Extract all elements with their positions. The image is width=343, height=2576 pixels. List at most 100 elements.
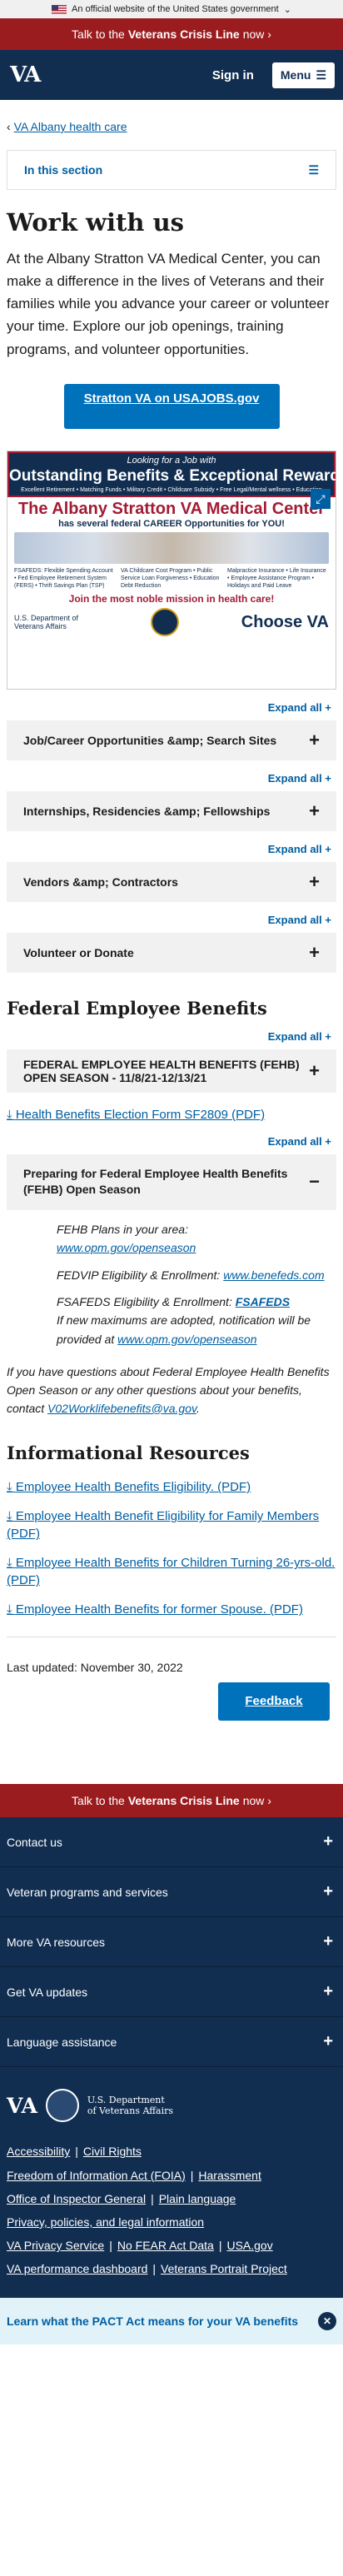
expand-all-link[interactable]: Expand all + [12, 1030, 331, 1043]
expand-image-icon[interactable]: ⤢ [311, 488, 331, 509]
in-this-section-toggle[interactable]: In this section ☰ [7, 150, 336, 190]
worklife-email-link[interactable]: V02Worklifebenefits@va.gov [47, 1402, 196, 1415]
accordion-label: Volunteer or Donate [23, 945, 134, 959]
sign-in-link[interactable]: Sign in [212, 68, 254, 82]
close-icon[interactable]: ✕ [318, 2312, 336, 2331]
plus-icon: + [323, 1882, 333, 1901]
footer-va-logo[interactable]: VA [7, 2094, 37, 2118]
footer-more-resources[interactable]: More VA resources + [0, 1917, 343, 1968]
download-icon: ⤓ [7, 1107, 12, 1122]
opm-link-2[interactable]: www.opm.gov/openseason [117, 1333, 256, 1346]
footer-contact-us[interactable]: Contact us + [0, 1817, 343, 1868]
plus-icon: + [323, 1932, 333, 1951]
resources-list: ⤓ Employee Health Benefits Eligibility. … [7, 1478, 336, 1618]
breadcrumb-link[interactable]: VA Albany health care [14, 120, 127, 133]
accordion-internships[interactable]: Internships, Residencies &amp; Fellowshi… [7, 790, 336, 831]
fehb-plans-label: FEHB Plans in your area: [57, 1222, 188, 1236]
download-icon: ⤓ [7, 1509, 12, 1524]
usajobs-button[interactable]: Stratton VA on USAJOBS.gov [63, 383, 280, 429]
resource-label: Employee Health Benefits for Children Tu… [7, 1556, 336, 1588]
accordion-label: Internships, Residencies &amp; Fellowshi… [23, 804, 271, 818]
footer-crisis-line[interactable]: Talk to the Veterans Crisis Line now › [0, 1784, 343, 1818]
fsafeds-link[interactable]: FSAFEDS [236, 1295, 290, 1308]
accordion-preparing-fehb[interactable]: Preparing for Federal Employee Health Be… [7, 1153, 336, 1210]
resource-link[interactable]: ⤓ Employee Health Benefits for former Sp… [7, 1601, 336, 1618]
banner-col-1: FSAFEDS: Flexible Spending Account • Fed… [14, 567, 113, 589]
election-form-link[interactable]: ⤓ Health Benefits Election Form SF2809 (… [7, 1108, 265, 1122]
harassment-link[interactable]: Harassment [198, 2169, 261, 2182]
accordion-label: Job/Career Opportunities &amp; Search Si… [23, 733, 277, 747]
accordion-job-career[interactable]: Job/Career Opportunities &amp; Search Si… [7, 720, 336, 760]
expand-all-link[interactable]: Expand all + [12, 914, 331, 926]
footer-crisis-prefix: Talk to the [72, 1794, 125, 1808]
banner-headline: Outstanding Benefits & Exceptional Rewar… [9, 466, 336, 485]
expand-all-link[interactable]: Expand all + [12, 701, 331, 714]
portrait-project-link[interactable]: Veterans Portrait Project [161, 2262, 287, 2275]
footer-dept-name: U.S. Department of Veterans Affairs [87, 2095, 173, 2118]
benefeds-link[interactable]: www.benefeds.com [223, 1268, 324, 1282]
hamburger-icon: ☰ [308, 162, 319, 177]
election-form-label: Health Benefits Election Form SF2809 (PD… [15, 1107, 266, 1122]
va-seal-icon [45, 2089, 79, 2123]
pact-act-text: Learn what the PACT Act means for your V… [7, 2314, 299, 2329]
accordion-fehb-open-season[interactable]: FEDERAL EMPLOYEE HEALTH BENEFITS (FEHB) … [7, 1049, 336, 1093]
resource-label: Employee Health Benefits Eligibility. (P… [15, 1480, 251, 1495]
opm-link[interactable]: www.opm.gov/openseason [57, 1241, 196, 1254]
footer-veteran-programs[interactable]: Veteran programs and services + [0, 1867, 343, 1918]
plain-language-link[interactable]: Plain language [159, 2192, 236, 2205]
job-banner-image: Looking for a Job with Outstanding Benef… [7, 450, 336, 690]
menu-button[interactable]: Menu ☰ [271, 62, 335, 88]
official-gov-banner[interactable]: An official website of the United States… [0, 0, 343, 18]
banner-benefits: FSAFEDS: Flexible Spending Account • Fed… [7, 564, 336, 590]
accessibility-link[interactable]: Accessibility [7, 2145, 70, 2158]
oig-link[interactable]: Office of Inspector General [7, 2192, 146, 2205]
privacy-legal-link[interactable]: Privacy, policies, and legal information [7, 2215, 204, 2229]
resource-label: Employee Health Benefit Eligibility for … [7, 1509, 320, 1542]
footer-item-label: More VA resources [7, 1935, 106, 1949]
footer-item-label: Veteran programs and services [7, 1885, 168, 1899]
plus-icon: + [323, 1982, 333, 2001]
resource-link[interactable]: ⤓ Employee Health Benefit Eligibility fo… [7, 1507, 336, 1542]
us-flag-icon [52, 4, 67, 14]
crisis-line-banner[interactable]: Talk to the Veterans Crisis Line now › [0, 18, 343, 50]
crisis-prefix: Talk to the [72, 27, 125, 41]
accordion-volunteer[interactable]: Volunteer or Donate + [7, 932, 336, 973]
informational-resources-heading: Informational Resources [7, 1442, 250, 1464]
banner-looking: Looking for a Job with [127, 455, 216, 466]
footer-item-label: Get VA updates [7, 1985, 88, 1999]
resource-link[interactable]: ⤓ Employee Health Benefits Eligibility. … [7, 1478, 336, 1496]
download-icon: ⤓ [7, 1602, 12, 1617]
civil-rights-link[interactable]: Civil Rights [83, 2145, 142, 2158]
performance-dashboard-link[interactable]: VA performance dashboard [7, 2262, 147, 2275]
download-icon: ⤓ [7, 1556, 12, 1571]
expand-all-link[interactable]: Expand all + [12, 843, 331, 855]
va-logo[interactable]: VA [10, 62, 41, 87]
footer-logos: VA U.S. Department of Veterans Affairs [0, 2067, 343, 2144]
resource-link[interactable]: ⤓ Employee Health Benefits for Children … [7, 1554, 336, 1589]
last-updated: Last updated: November 30, 2022 [7, 1637, 336, 1674]
footer-item-label: Language assistance [7, 2035, 117, 2049]
footer-get-updates[interactable]: Get VA updates + [0, 1967, 343, 2018]
choose-va-logo: Choose VA [241, 612, 329, 631]
accordion-label: Vendors &amp; Contractors [23, 874, 178, 889]
intro-text: At the Albany Stratton VA Medical Center… [7, 250, 330, 357]
accordion-panel: FEHB Plans in your area: www.opm.gov/ope… [7, 1210, 336, 1362]
accordion-vendors[interactable]: Vendors &amp; Contractors + [7, 861, 336, 902]
banner-title: The Albany Stratton VA Medical Center [17, 499, 326, 518]
feedback-button[interactable]: Feedback [218, 1682, 330, 1721]
fehb-plans: FEHB Plans in your area: www.opm.gov/ope… [57, 1220, 330, 1258]
plus-icon: + [323, 2032, 333, 2051]
menu-label: Menu [280, 68, 311, 82]
expand-all-link[interactable]: Expand all + [12, 1135, 331, 1148]
usagov-link[interactable]: USA.gov [226, 2239, 272, 2252]
footer-language-assistance[interactable]: Language assistance + [0, 2017, 343, 2068]
fsafeds-label: FSAFEDS Eligibility & Enrollment: [57, 1295, 232, 1309]
banner-join: Join the most noble mission in health ca… [68, 593, 275, 605]
chevron-right-icon: › [264, 27, 271, 41]
va-seal-icon [151, 608, 180, 637]
privacy-service-link[interactable]: VA Privacy Service [7, 2239, 104, 2252]
foia-link[interactable]: Freedom of Information Act (FOIA) [7, 2169, 186, 2182]
no-fear-link[interactable]: No FEAR Act Data [117, 2239, 214, 2252]
expand-all-link[interactable]: Expand all + [12, 772, 331, 785]
pact-act-banner[interactable]: Learn what the PACT Act means for your V… [0, 2298, 343, 2345]
